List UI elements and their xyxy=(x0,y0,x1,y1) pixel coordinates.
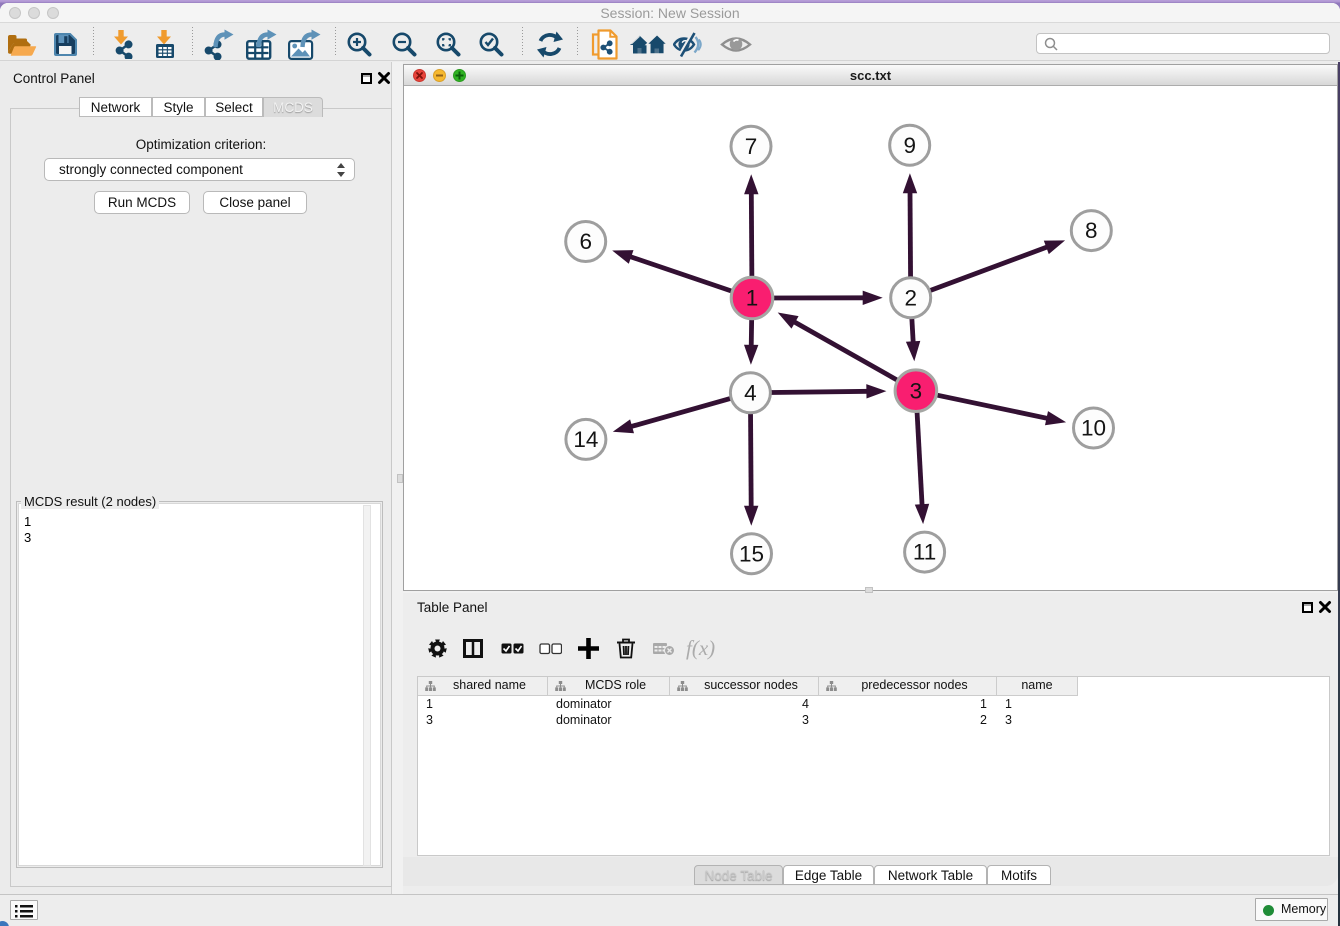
svg-text:6: 6 xyxy=(579,229,592,254)
svg-text:15: 15 xyxy=(739,541,764,566)
svg-text:10: 10 xyxy=(1081,416,1106,441)
svg-text:1: 1 xyxy=(746,286,759,311)
svg-text:2: 2 xyxy=(904,285,917,310)
svg-text:14: 14 xyxy=(573,427,598,452)
svg-text:4: 4 xyxy=(744,380,757,405)
svg-text:8: 8 xyxy=(1085,218,1098,243)
svg-text:9: 9 xyxy=(903,133,916,158)
svg-text:3: 3 xyxy=(910,378,923,403)
svg-text:7: 7 xyxy=(745,134,758,159)
svg-text:11: 11 xyxy=(913,540,936,565)
